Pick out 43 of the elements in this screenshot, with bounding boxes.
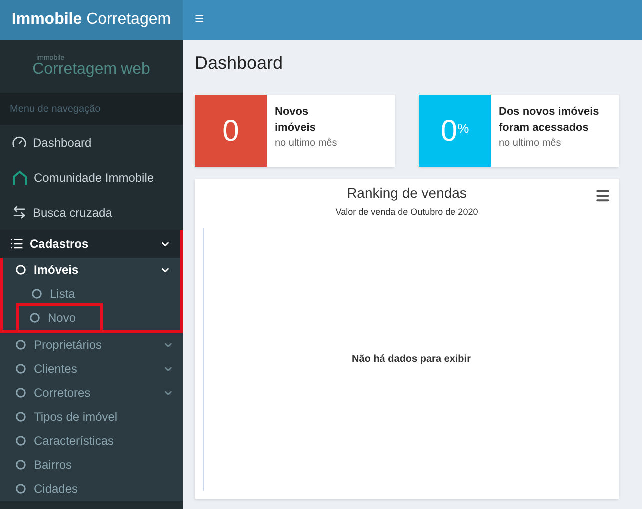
menu-item[interactable]: Proprietários [34, 336, 102, 354]
swap-arrows-icon [12, 205, 27, 220]
circle-icon [16, 388, 26, 398]
menu-item[interactable]: Corretores [34, 384, 91, 402]
info-value: 0 [440, 114, 458, 150]
page-title: Dashboard [195, 52, 284, 75]
circle-icon [16, 460, 26, 470]
menu-toggle[interactable]: ≡ [195, 12, 204, 28]
menu-item[interactable]: Dashboard [33, 134, 92, 152]
gauge-icon [12, 135, 27, 150]
menu-item[interactable]: Tipos de imóvel [34, 408, 118, 426]
menu-item[interactable]: Busca cruzada [33, 204, 112, 222]
info-subtitle: no ultimo mês [499, 137, 562, 151]
info-subtitle: no ultimo mês [275, 137, 338, 151]
circle-icon [16, 412, 26, 422]
empty-message: Não há dados para exibir [352, 352, 471, 367]
house-outline-icon [12, 170, 28, 186]
menu-item[interactable]: Comunidade Immobile [34, 168, 154, 186]
list-icon [10, 237, 24, 251]
info-title: Novos imóveis [275, 105, 317, 136]
unit-label: % [458, 120, 470, 138]
circle-icon [32, 289, 42, 299]
menu-item[interactable]: Clientes [34, 360, 78, 378]
circle-icon [30, 313, 40, 323]
menu-item[interactable]: Cidades [34, 480, 78, 498]
brand-name: Immobile Corretagem [12, 10, 172, 30]
circle-icon [16, 436, 26, 446]
chart-title: Ranking de vendas [347, 184, 467, 203]
info-title: Dos novos imóveis foram acessados [499, 105, 600, 136]
menu-item[interactable]: Novo [48, 309, 76, 327]
menu-item[interactable]: Imóveis [34, 261, 79, 279]
menu-item[interactable]: Bairros [34, 456, 72, 474]
menu-item[interactable]: Lista [50, 285, 76, 303]
chart-subtitle: Valor de venda de Outubro de 2020 [336, 206, 478, 219]
info-value: 0 [222, 114, 240, 150]
menu-icon[interactable] [595, 188, 611, 204]
circle-icon [16, 265, 26, 275]
circle-icon [16, 484, 26, 494]
menu-heading: Menu de navegação [0, 93, 183, 125]
circle-icon [16, 364, 26, 374]
menu-item[interactable]: Características [34, 432, 114, 450]
logo-text: Corretagem web [32, 62, 150, 78]
circle-icon [16, 340, 26, 350]
